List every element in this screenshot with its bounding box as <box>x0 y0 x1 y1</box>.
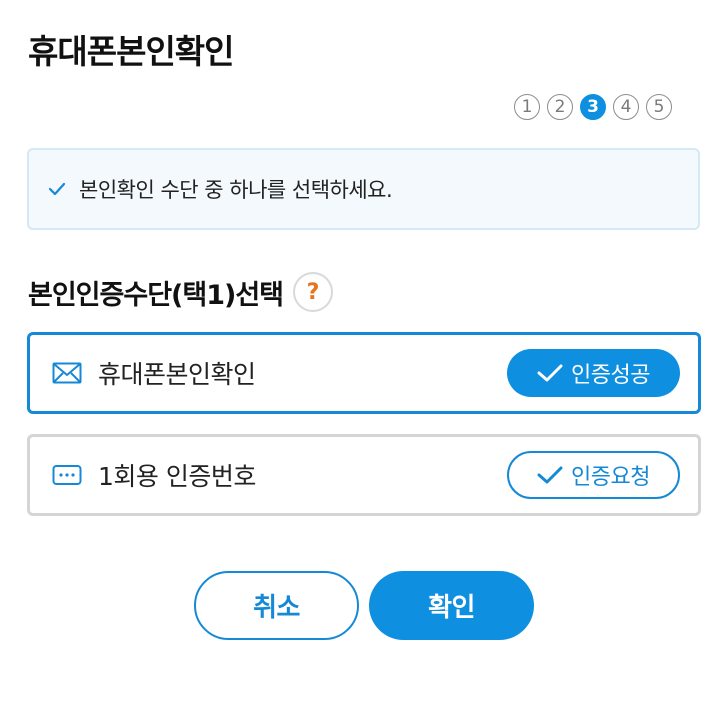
step-indicator: 1 2 3 4 5 <box>514 94 672 120</box>
page-title: 휴대폰본인확인 <box>28 32 235 71</box>
identity-verification-page: 휴대폰본인확인 1 2 3 4 5 본인확인 수단 중 하나를 선택하세요. 본… <box>0 0 720 720</box>
footer-buttons: 취소 확인 <box>194 571 534 640</box>
option-phone-verification[interactable]: 휴대폰본인확인 인증성공 <box>27 332 701 414</box>
keypad-icon <box>52 463 82 487</box>
confirm-button[interactable]: 확인 <box>369 571 534 640</box>
verification-success-button[interactable]: 인증성공 <box>507 349 680 397</box>
step-4: 4 <box>613 94 639 120</box>
help-button[interactable]: ? <box>293 272 334 312</box>
cancel-button[interactable]: 취소 <box>194 571 359 640</box>
option-one-time-code[interactable]: 1회용 인증번호 인증요청 <box>27 434 701 516</box>
status-label: 인증요청 <box>571 465 650 490</box>
option-label: 휴대폰본인확인 <box>98 360 256 389</box>
check-icon <box>47 178 69 200</box>
check-icon <box>537 466 563 484</box>
verification-request-button[interactable]: 인증요청 <box>507 451 680 499</box>
step-2: 2 <box>547 94 573 120</box>
section-title: 본인인증수단(택1)선택 <box>28 279 284 311</box>
option-label: 1회용 인증번호 <box>98 462 256 491</box>
instruction-notice: 본인확인 수단 중 하나를 선택하세요. <box>27 148 700 230</box>
status-label: 인증성공 <box>571 363 650 388</box>
notice-text: 본인확인 수단 중 하나를 선택하세요. <box>79 178 393 202</box>
method-section-header: 본인인증수단(택1)선택 ? <box>28 272 334 312</box>
step-1: 1 <box>514 94 540 120</box>
check-icon <box>537 364 563 382</box>
step-5: 5 <box>646 94 672 120</box>
envelope-icon <box>52 361 82 385</box>
step-3-current: 3 <box>580 94 606 120</box>
